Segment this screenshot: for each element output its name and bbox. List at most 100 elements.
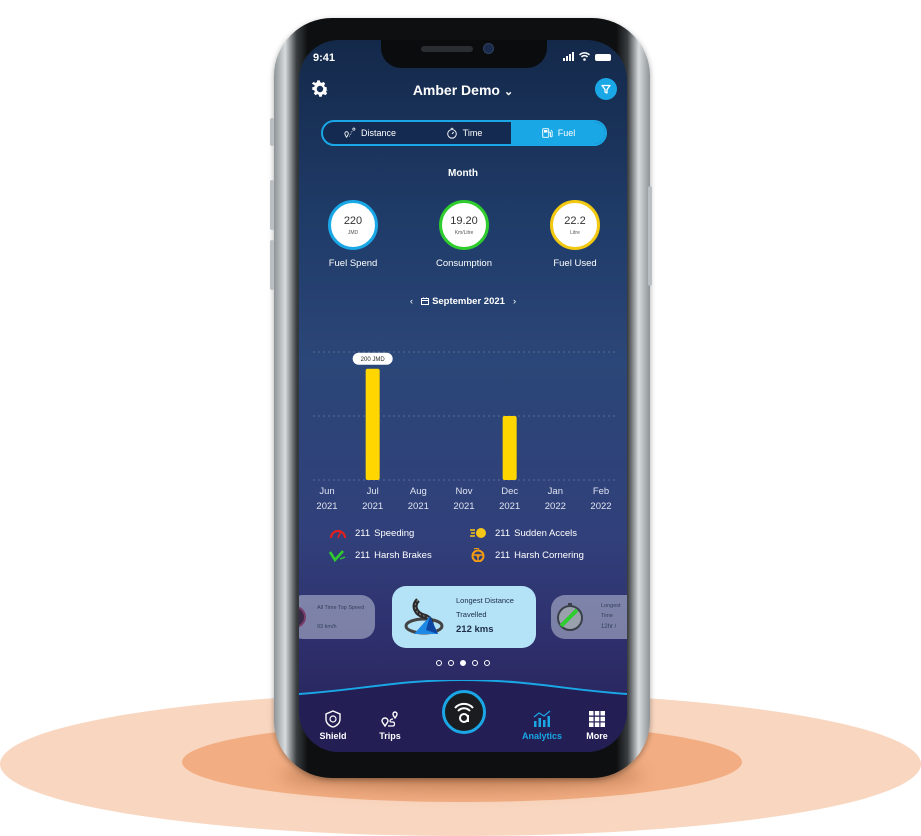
event-label: Harsh Brakes xyxy=(374,549,432,561)
chevron-down-icon: ⌄ xyxy=(503,86,514,98)
carousel-dot[interactable] xyxy=(436,660,442,666)
x-tick-label: Feb 2022 xyxy=(581,484,621,514)
event-harsh-cornering[interactable]: 211 Harsh Cornering xyxy=(469,548,584,562)
tab-shield[interactable]: Shield xyxy=(308,710,358,741)
tab-label: More xyxy=(586,731,608,741)
stopwatch-icon xyxy=(557,603,583,631)
x-tick-month: Jun xyxy=(319,486,335,497)
harsh-brake-icon xyxy=(329,550,346,562)
x-tick-year: 2022 xyxy=(544,501,566,512)
carousel-dot[interactable] xyxy=(472,660,478,666)
x-tick-year: 2021 xyxy=(499,501,521,512)
trips-route-icon xyxy=(381,711,398,728)
tab-distance[interactable]: Distance xyxy=(323,122,417,144)
event-label: Sudden Accels xyxy=(514,527,578,539)
x-tick-month: Jan xyxy=(547,486,563,497)
bar-dec-2021[interactable] xyxy=(502,416,517,480)
card-title: All Time Top Speed xyxy=(317,605,365,611)
carousel-dot[interactable] xyxy=(460,660,466,666)
event-count: 211 xyxy=(495,549,511,561)
x-tick-year: 2021 xyxy=(453,501,475,512)
tab-analytics[interactable]: Analytics xyxy=(515,710,569,741)
tab-fuel-label: Fuel xyxy=(557,128,576,138)
next-month-button[interactable]: › xyxy=(513,296,516,307)
card-longest-time[interactable]: Longest Time 12hr / xyxy=(551,595,627,639)
stat-consumption: 19.20 Km/Litre Consumption xyxy=(424,200,504,269)
event-label: Speeding xyxy=(374,527,415,539)
stat-label: Fuel Spend xyxy=(328,258,378,269)
acceleration-icon xyxy=(470,528,486,538)
x-tick-label: Aug 2021 xyxy=(398,484,438,514)
carousel-dot[interactable] xyxy=(448,660,454,666)
analytics-chart-icon xyxy=(533,710,551,727)
volume-down-button xyxy=(270,240,274,290)
fuel-pump-icon xyxy=(541,128,553,138)
card-top-speed[interactable]: All Time Top Speed 93 km/h xyxy=(299,595,375,639)
tab-distance-label: Distance xyxy=(360,128,396,138)
x-tick-year: 2021 xyxy=(407,501,429,512)
x-tick-label: Jun 2021 xyxy=(307,484,347,514)
tab-label: Trips xyxy=(379,731,401,741)
tooltip-text: 200 JMD xyxy=(361,357,386,363)
stat-label: Fuel Used xyxy=(553,258,597,269)
card-title: Longest Time xyxy=(601,601,621,621)
event-harsh-brakes[interactable]: 211 Harsh Brakes xyxy=(329,548,432,562)
status-icons xyxy=(563,52,611,61)
card-title-line2: Time xyxy=(601,613,614,619)
stat-fuel-used: 22.2 Litre Fuel Used xyxy=(535,200,615,269)
current-month-label[interactable]: September 2021 xyxy=(432,296,505,307)
metric-segmented-control: Distance Time Fuel xyxy=(321,120,607,146)
distance-route-icon xyxy=(344,127,356,139)
x-tick-year: 2021 xyxy=(316,501,338,512)
event-count: 211 xyxy=(355,549,371,561)
center-action-button[interactable] xyxy=(442,690,486,734)
tab-label: Shield xyxy=(319,731,347,741)
prev-month-button[interactable]: ‹ xyxy=(410,296,413,307)
wifi-icon xyxy=(579,52,590,61)
x-tick-month: Jul xyxy=(366,486,379,497)
battery-icon xyxy=(595,54,611,61)
notch xyxy=(381,40,547,68)
event-speeding[interactable]: 211 Speeding xyxy=(329,526,414,540)
carousel-pagination xyxy=(299,660,627,666)
event-sudden-accels[interactable]: 211 Sudden Accels xyxy=(469,526,577,540)
volume-up-button xyxy=(270,180,274,230)
bottom-tab-bar: Shield Trips Analytics More xyxy=(299,680,627,752)
event-label: Harsh Cornering xyxy=(514,549,584,561)
stat-ring: 220 JMD xyxy=(328,200,378,250)
grid-menu-icon xyxy=(589,711,605,727)
event-count: 211 xyxy=(355,527,371,539)
amber-connect-icon xyxy=(454,702,474,723)
bar-jul-2021[interactable] xyxy=(365,368,380,480)
card-title-line1: Longest xyxy=(601,603,621,609)
tab-time[interactable]: Time xyxy=(417,122,511,144)
stat-unit: Km/Litre xyxy=(454,229,474,236)
calendar-icon xyxy=(421,297,430,305)
tab-trips[interactable]: Trips xyxy=(365,710,415,741)
x-tick-month: Feb xyxy=(592,486,610,497)
account-selector[interactable]: Amber Demo ⌄ xyxy=(299,82,627,98)
stat-unit: Litre xyxy=(570,229,580,236)
x-tick-label: Jul 2021 xyxy=(353,484,393,514)
card-title-line2: Travelled xyxy=(456,610,487,619)
tab-more[interactable]: More xyxy=(572,710,622,741)
account-title: Amber Demo xyxy=(412,82,500,98)
signal-icon xyxy=(563,52,574,61)
power-button xyxy=(648,186,652,286)
x-tick-month: Dec xyxy=(501,486,519,497)
period-label: Month xyxy=(448,168,478,179)
carousel-dot[interactable] xyxy=(484,660,490,666)
x-tick-label: Dec 2021 xyxy=(490,484,530,514)
stat-unit: JMD xyxy=(347,229,359,236)
filter-button[interactable] xyxy=(595,78,617,100)
mute-switch xyxy=(270,118,274,146)
stat-ring: 19.20 Km/Litre xyxy=(439,200,489,250)
tab-fuel[interactable]: Fuel xyxy=(511,122,605,144)
camera xyxy=(483,43,494,54)
steering-wheel-icon xyxy=(471,548,485,562)
stat-label: Consumption xyxy=(436,258,492,269)
card-longest-distance[interactable]: Longest Distance Travelled 212 kms xyxy=(392,586,536,648)
speed-gauge-icon xyxy=(299,606,306,628)
stat-fuel-spend: 220 JMD Fuel Spend xyxy=(313,200,393,269)
fuel-bar-chart: 200 JMD Jun 2021 Jul 2021 Aug 2021 Nov 2021 Dec 2… xyxy=(311,340,617,520)
